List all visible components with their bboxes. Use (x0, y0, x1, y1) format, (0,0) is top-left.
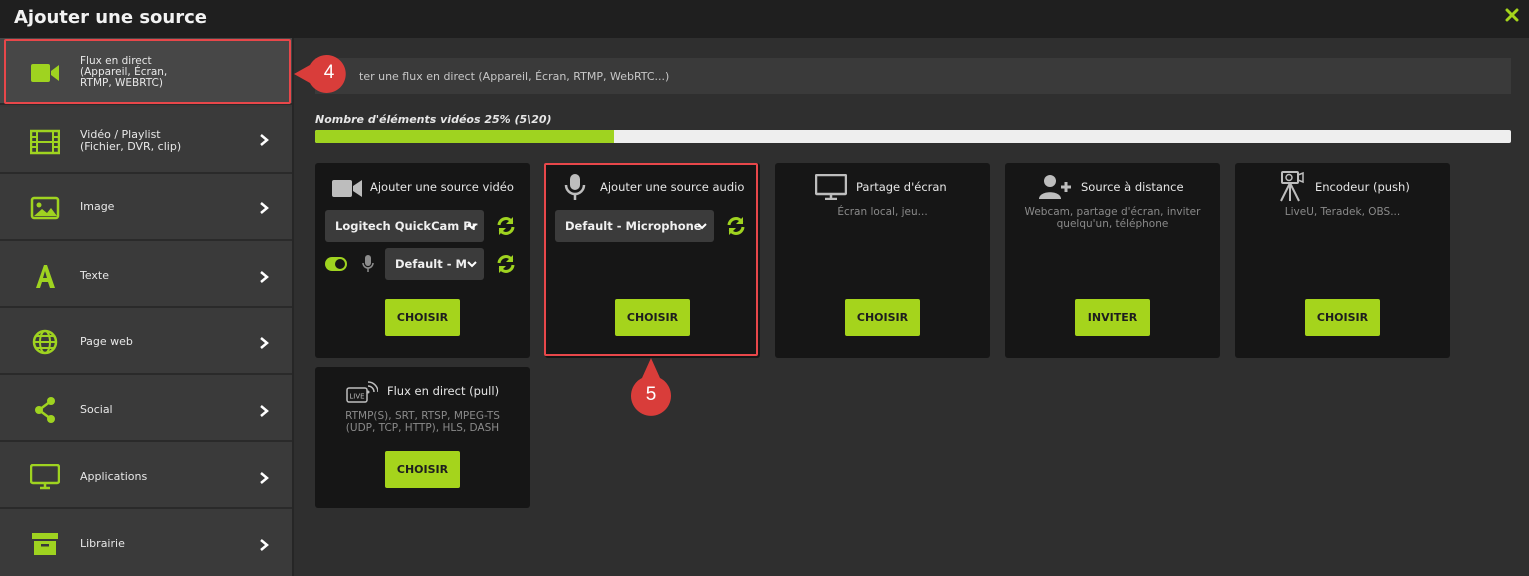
card-description: Webcam, partage d'écran, inviter quelqu'… (1024, 206, 1201, 230)
card-description: Écran local, jeu... (837, 206, 928, 218)
description-bar: ter une flux en direct (Appareil, Écran,… (315, 58, 1511, 94)
chevron-right-icon (260, 337, 269, 349)
live-icon: LIVE (346, 381, 378, 403)
dialog-title: Ajouter une source (14, 7, 207, 28)
chevron-right-icon (260, 202, 269, 214)
audio-device-select[interactable]: Default - M (385, 248, 484, 280)
badge-number: 4 (323, 62, 335, 83)
card-description: LiveU, Teradek, OBS... (1284, 206, 1401, 218)
add-user-icon (1039, 175, 1071, 199)
sidebar-item-library[interactable]: Librairie (0, 509, 292, 576)
card-live-pull: LIVE Flux en direct (pull) RTMP(S), SRT,… (315, 367, 530, 508)
text-icon (36, 265, 55, 288)
tripod-camera-icon (1280, 171, 1304, 202)
monitor-icon (815, 174, 847, 200)
badge-number: 5 (645, 384, 657, 405)
title-bar: Ajouter une source (0, 0, 1529, 38)
sidebar-item-label: Image (80, 200, 115, 213)
quota-label: Nombre d'éléments vidéos 25% (5\20) (315, 113, 552, 126)
source-type-sidebar: Flux en direct (Appareil, Écran, RTMP, W… (0, 38, 294, 576)
card-screen-share: Partage d'écran Écran local, jeu... CHOI… (775, 163, 990, 358)
callout-badge-5: 5 (630, 358, 672, 420)
card-title: Encodeur (push) (1315, 180, 1410, 194)
svg-text:LIVE: LIVE (349, 393, 364, 401)
video-device-select[interactable]: Logitech QuickCam Pr (325, 210, 484, 242)
sidebar-item-social[interactable]: Social (0, 375, 292, 442)
card-encoder-push: Encodeur (push) LiveU, Teradek, OBS... C… (1235, 163, 1450, 358)
refresh-icon[interactable] (495, 215, 517, 237)
invite-button[interactable]: INVITER (1075, 299, 1150, 336)
sidebar-item-label: Social (80, 403, 113, 416)
chevron-right-icon (260, 405, 269, 417)
sidebar-item-text[interactable]: Texte (0, 241, 292, 308)
chevron-right-icon (260, 134, 269, 146)
card-title: Partage d'écran (856, 180, 947, 194)
globe-icon (32, 329, 58, 355)
sidebar-item-video-playlist[interactable]: Vidéo / Playlist (Fichier, DVR, clip) (0, 107, 292, 174)
callout-badge-4: 4 (292, 53, 362, 95)
chevron-right-icon (260, 539, 269, 551)
card-title: Flux en direct (pull) (387, 384, 500, 398)
card-title: Ajouter une source vidéo (370, 180, 514, 194)
sidebar-item-label: Applications (80, 470, 148, 483)
audio-device-value: Default - M (395, 257, 467, 271)
monitor-icon (30, 464, 60, 490)
choose-button[interactable]: CHOISIR (385, 299, 460, 336)
card-title: Source à distance (1081, 180, 1184, 194)
quota-progress-bar (315, 130, 1511, 143)
choose-button[interactable]: CHOISIR (845, 299, 920, 336)
sidebar-item-label: Texte (80, 269, 110, 282)
choose-button[interactable]: CHOISIR (1305, 299, 1380, 336)
film-icon (30, 129, 60, 155)
chevron-down-icon (467, 223, 477, 230)
close-icon[interactable] (1505, 8, 1519, 22)
quota-progress-fill (315, 130, 614, 143)
card-description: RTMP(S), SRT, RTSP, MPEG-TS (UDP, TCP, H… (345, 410, 500, 434)
share-icon (35, 397, 55, 423)
sidebar-item-label: Page web (80, 335, 133, 348)
video-camera-icon (332, 180, 362, 197)
card-video-source: Ajouter une source vidéo Logitech QuickC… (315, 163, 530, 358)
chevron-down-icon (467, 261, 477, 268)
refresh-icon[interactable] (495, 253, 517, 275)
chevron-right-icon (260, 271, 269, 283)
image-icon (30, 196, 60, 220)
microphone-icon (362, 255, 374, 272)
highlight-frame (4, 39, 291, 104)
sidebar-item-label: Librairie (80, 537, 125, 550)
card-remote-source: Source à distance Webcam, partage d'écra… (1005, 163, 1220, 358)
sidebar-item-applications[interactable]: Applications (0, 442, 292, 509)
audio-toggle[interactable] (325, 257, 347, 271)
highlight-frame (544, 163, 758, 356)
main-panel: ter une flux en direct (Appareil, Écran,… (296, 38, 1529, 576)
chevron-right-icon (260, 472, 269, 484)
sidebar-item-label: Vidéo / Playlist (Fichier, DVR, clip) (80, 128, 182, 153)
sidebar-item-web-page[interactable]: Page web (0, 308, 292, 375)
archive-icon (32, 533, 58, 555)
description-text: ter une flux en direct (Appareil, Écran,… (359, 70, 670, 83)
video-device-value: Logitech QuickCam Pr (335, 219, 478, 233)
choose-button[interactable]: CHOISIR (385, 451, 460, 488)
sidebar-item-image[interactable]: Image (0, 174, 292, 241)
